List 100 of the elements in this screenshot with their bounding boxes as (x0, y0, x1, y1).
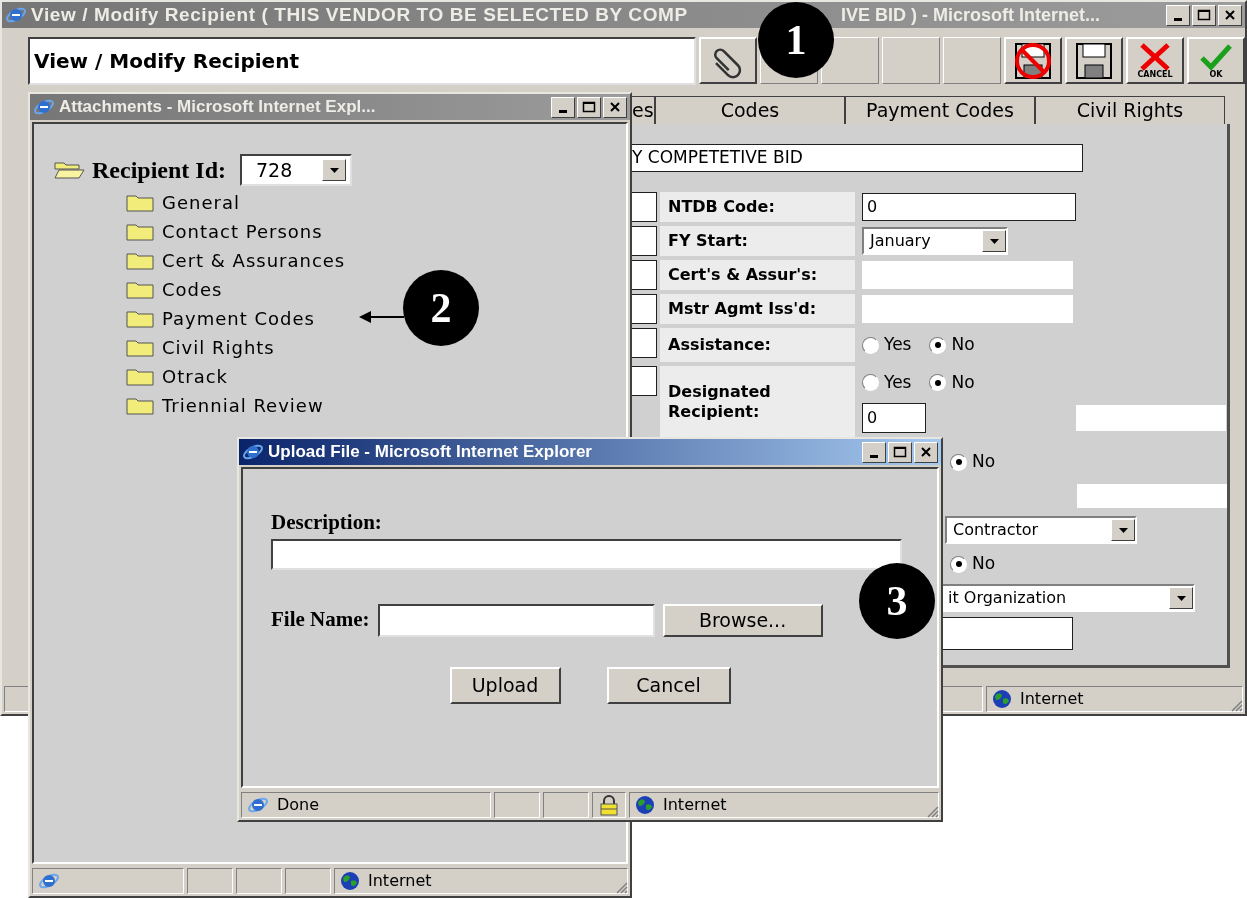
radio-button[interactable] (929, 336, 947, 354)
browse-button[interactable]: Browse... (662, 603, 823, 637)
input-field[interactable]: 0 (862, 193, 1076, 221)
toolbar-slot (943, 37, 1001, 84)
field-label: Description: (271, 509, 383, 536)
maximize-button[interactable] (888, 441, 912, 463)
input-field[interactable] (632, 328, 657, 358)
caret-icon (1176, 595, 1186, 601)
close-button[interactable] (603, 96, 627, 118)
minimize-button[interactable] (551, 96, 575, 118)
input-field[interactable]: Y COMPETETIVE BID (632, 144, 1083, 172)
maximize-button[interactable] (1192, 4, 1216, 26)
save-button[interactable] (1065, 37, 1123, 84)
radio-button[interactable] (950, 453, 967, 471)
toolbar-slot (882, 37, 940, 84)
window-title: View / Modify Recipient ( THIS VENDOR TO BE SELECTED BY COMP (31, 2, 689, 27)
status-text: Done (277, 794, 320, 816)
description-field[interactable] (271, 538, 902, 570)
input-field[interactable] (862, 261, 1073, 289)
radio-button[interactable] (862, 374, 879, 391)
input-field[interactable] (632, 366, 657, 396)
status-pane (494, 792, 540, 818)
no-save-button[interactable] (1004, 37, 1062, 84)
input-field[interactable] (1076, 405, 1226, 431)
globe-icon (635, 795, 655, 815)
minimize-icon (559, 109, 567, 113)
folder-icon (126, 367, 154, 386)
dropdown[interactable]: January (862, 227, 1008, 255)
window-title: IVE BID ) - Microsoft Internet... (841, 3, 1100, 27)
input-field[interactable] (632, 226, 657, 256)
input-field[interactable] (862, 295, 1073, 323)
radio-button[interactable] (950, 555, 967, 573)
close-icon (920, 446, 932, 458)
minimize-button[interactable] (862, 441, 886, 463)
tree-item[interactable]: Cert & Assurances (162, 247, 346, 274)
status-pane (187, 868, 233, 894)
upload-button[interactable]: Upload (449, 666, 561, 704)
radio-button[interactable] (929, 374, 947, 391)
tab[interactable]: Civil Rights (1035, 96, 1225, 124)
dropdown[interactable]: Contractor (945, 516, 1137, 544)
field-label: Assistance: (660, 328, 855, 362)
zone-text: Internet (368, 870, 432, 892)
dropdown[interactable]: it Organization (940, 584, 1195, 612)
window-title: Upload File - Microsoft Internet Explorer (268, 441, 592, 464)
radio-label: Yes (884, 370, 912, 394)
tree-item[interactable]: Triennial Review (162, 392, 324, 419)
radio-button[interactable] (862, 336, 879, 354)
tab[interactable]: es (632, 96, 655, 124)
minimize-button[interactable] (1166, 4, 1190, 26)
tab[interactable]: Codes (655, 96, 845, 124)
radio-label: Yes (884, 333, 912, 357)
checkmark-icon (1198, 42, 1234, 71)
input-field[interactable] (940, 616, 1073, 650)
tree-item[interactable]: Codes (162, 276, 223, 303)
page-title: View / Modify Recipient (28, 37, 696, 85)
close-button[interactable] (914, 441, 938, 463)
cancel-button[interactable]: CANCEL (1126, 37, 1184, 84)
maximize-button[interactable] (577, 96, 601, 118)
tree-item[interactable]: General (162, 189, 240, 216)
attach-button[interactable] (699, 37, 757, 84)
tree-label: Recipient Id: (92, 156, 226, 185)
dropdown[interactable]: 728 (240, 154, 352, 186)
radio-label: No (972, 552, 996, 576)
globe-icon (992, 689, 1012, 709)
tree-item[interactable]: Contact Persons (162, 218, 323, 245)
caret-icon (329, 167, 339, 173)
folder-icon (126, 222, 154, 241)
zone-text: Internet (1020, 688, 1084, 710)
maximize-icon (1197, 9, 1211, 21)
folder-icon (126, 193, 154, 212)
input-field[interactable] (1077, 484, 1227, 508)
tree-item[interactable]: Otrack (162, 363, 228, 390)
input-field[interactable]: 0 (862, 403, 926, 434)
tree-item[interactable]: Civil Rights (162, 334, 275, 361)
caret-icon (1118, 527, 1128, 533)
tree-item[interactable]: Payment Codes (162, 305, 315, 332)
globe-icon (340, 871, 360, 891)
radio-label: No (951, 370, 975, 394)
zone-text: Internet (663, 794, 727, 816)
input-field[interactable] (632, 192, 657, 222)
maximize-icon (893, 446, 907, 458)
radio-label: No (951, 333, 975, 357)
input-field[interactable] (632, 294, 657, 324)
close-icon (1224, 9, 1236, 21)
tab[interactable]: Payment Codes (845, 96, 1035, 124)
field-label: File Name: (271, 606, 370, 634)
ok-button[interactable]: OK (1187, 37, 1245, 84)
minimize-icon (870, 454, 878, 458)
folder-icon (126, 338, 154, 357)
field-label: FY Start: (660, 226, 855, 256)
folder-icon (126, 309, 154, 328)
folder-icon (126, 280, 154, 299)
field-label: Cert's & Assur's: (660, 260, 855, 290)
cancel-button[interactable]: Cancel (606, 666, 731, 704)
file-name-field[interactable] (377, 603, 655, 637)
status-pane (236, 868, 282, 894)
input-field[interactable] (632, 260, 657, 290)
close-button[interactable] (1218, 4, 1242, 26)
folder-icon (126, 251, 154, 270)
field-label: Designated Recipient: (660, 366, 855, 437)
